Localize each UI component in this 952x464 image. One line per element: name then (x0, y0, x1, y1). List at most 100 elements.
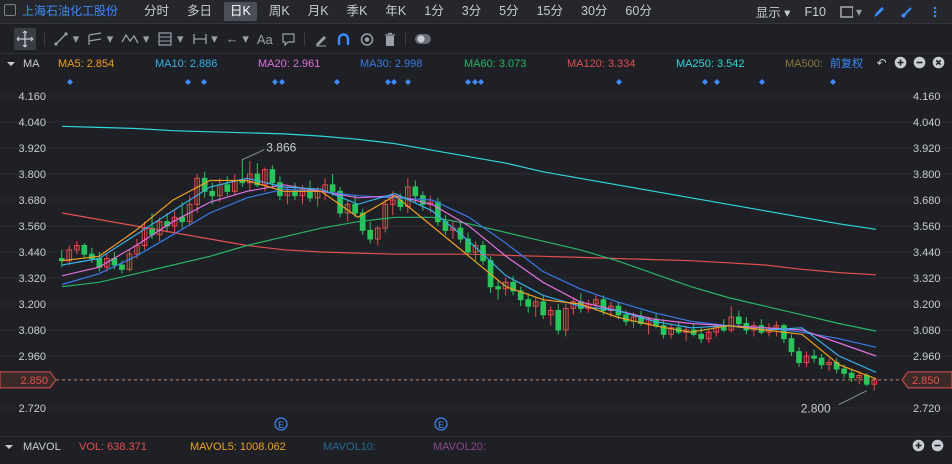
brush-icon[interactable] (896, 3, 918, 21)
period-tabs: 分时 多日 日K 周K 月K 季K 年K 1分 3分 5分 15分 30分 60分 (138, 0, 664, 23)
volume-panel-controls (908, 439, 946, 454)
undo-icon[interactable]: ↶ (874, 56, 889, 71)
event-marker (67, 79, 73, 85)
period-tab[interactable]: 5分 (493, 2, 524, 21)
y-tick-label-left: 4.160 (18, 91, 46, 103)
crosshair-icon[interactable] (14, 28, 36, 50)
candle-body (811, 355, 817, 359)
pen-icon[interactable] (868, 3, 890, 21)
eraser-icon[interactable] (313, 28, 328, 50)
candle-body (269, 169, 276, 184)
mavol-value: MAVOL10: (323, 441, 376, 453)
divider (44, 32, 45, 46)
period-tab[interactable]: 60分 (619, 2, 657, 21)
trash-icon[interactable] (383, 28, 397, 50)
fib-tool-icon[interactable]: ▾ (157, 28, 184, 50)
y-tick-label-right: 2.960 (913, 351, 941, 363)
add-icon[interactable] (893, 56, 908, 71)
eye-icon[interactable] (359, 28, 375, 50)
event-marker (472, 79, 478, 85)
period-tab[interactable]: 30分 (575, 2, 613, 21)
arrow-tool-icon[interactable]: ← ▾ (226, 28, 249, 50)
magnet-icon[interactable] (336, 28, 351, 50)
candle-body (412, 186, 419, 197)
add-icon[interactable] (912, 439, 927, 454)
ma-label: MA (23, 58, 40, 70)
y-tick-label-left: 3.800 (18, 169, 46, 181)
y-tick-label-right: 3.560 (913, 221, 941, 233)
ma-value: MA120: 3.334 (567, 58, 636, 70)
stock-name: 上海石油化工股份 (22, 4, 119, 18)
period-tab[interactable]: 多日 (181, 2, 218, 21)
event-marker (478, 79, 484, 85)
line-tool-icon[interactable]: ▾ (53, 28, 79, 50)
y-tick-label-right: 3.800 (913, 169, 941, 181)
event-marker (201, 79, 207, 85)
candle-body (495, 286, 501, 290)
kline-chart[interactable]: 4.160 4.160 4.040 4.040 3.920 3.920 3.800 3.800… (0, 74, 952, 436)
event-marker (279, 79, 285, 85)
range-tool-icon[interactable]: ▾ (192, 28, 218, 50)
y-tick-label-right: 4.160 (913, 91, 941, 103)
candle-body (329, 184, 336, 192)
candle-body (119, 264, 125, 270)
y-tick-label-right: 2.720 (913, 403, 941, 415)
high-annotation: 3.866 (266, 141, 296, 155)
e-marker-label: E (438, 420, 444, 430)
period-tab[interactable]: 15分 (531, 2, 569, 21)
y-tick-label-left: 3.440 (18, 247, 46, 259)
text-tool-icon[interactable]: Aa (257, 28, 273, 50)
ma-value: MA10: 2.886 (155, 58, 218, 70)
wave-tool-icon[interactable]: ▾ (121, 28, 149, 50)
mavol-value: MAVOL5: 1008.062 (190, 441, 286, 453)
checkbox-icon[interactable] (4, 4, 16, 16)
comment-tool-icon[interactable] (281, 28, 296, 50)
ma-value: MA60: 3.073 (464, 58, 527, 70)
event-marker (465, 79, 471, 85)
collapse-icon[interactable] (4, 437, 14, 464)
candle-body (367, 229, 374, 240)
period-tab[interactable]: 季K (341, 2, 374, 21)
ma-value: MA500: (785, 58, 823, 70)
event-marker (759, 79, 765, 85)
remove-icon[interactable] (931, 439, 946, 454)
candle-body (525, 299, 532, 307)
drawing-toolbar: ▾ ▾ ▾ ▾ ▾ ← ▾ Aa (0, 24, 952, 54)
f10-button[interactable]: F10 (804, 5, 826, 19)
close-icon[interactable] (931, 56, 946, 71)
period-tab[interactable]: 分时 (138, 2, 175, 21)
candle-body (788, 338, 795, 353)
period-tab[interactable]: 周K (263, 2, 296, 21)
period-tab[interactable]: 年K (379, 2, 412, 21)
y-tick-label-left: 3.680 (18, 195, 46, 207)
ma-value: MA20: 2.961 (258, 58, 321, 70)
period-tab[interactable]: 日K (224, 2, 257, 21)
y-tick-label-right: 3.320 (913, 273, 941, 285)
candle-body (555, 310, 562, 331)
channel-tool-icon[interactable]: ▾ (87, 28, 113, 50)
display-menu[interactable]: 显示 ▾ (756, 2, 791, 21)
event-marker (405, 79, 411, 85)
candle-body (848, 372, 855, 379)
toggle-icon[interactable] (414, 28, 432, 50)
layout-icon[interactable]: ▾ (840, 3, 862, 21)
volume-legend: MAVOL VOL: 638.371 MAVOL5: 1008.062 MAVOL1… (0, 436, 952, 457)
period-tab[interactable]: 3分 (456, 2, 487, 21)
candle-body (352, 203, 358, 214)
stock-selector[interactable]: 上海石油化工股份 (4, 0, 118, 23)
period-tab[interactable]: 1分 (418, 2, 449, 21)
candle-body (698, 333, 705, 340)
remove-icon[interactable] (912, 56, 927, 71)
more-icon[interactable] (924, 3, 946, 21)
adjust-mode[interactable]: 前复权 (830, 54, 863, 74)
divider (404, 32, 406, 46)
candle-body (209, 190, 216, 197)
period-tab[interactable]: 月K (302, 2, 335, 21)
candle-body (841, 368, 847, 374)
mavol-value: MAVOL20: (433, 441, 486, 453)
event-marker (391, 79, 397, 85)
y-tick-label-right: 3.680 (913, 195, 941, 207)
y-tick-label-left: 4.040 (18, 117, 46, 129)
candle-body (292, 190, 298, 197)
y-tick-label-right: 3.440 (913, 247, 941, 259)
